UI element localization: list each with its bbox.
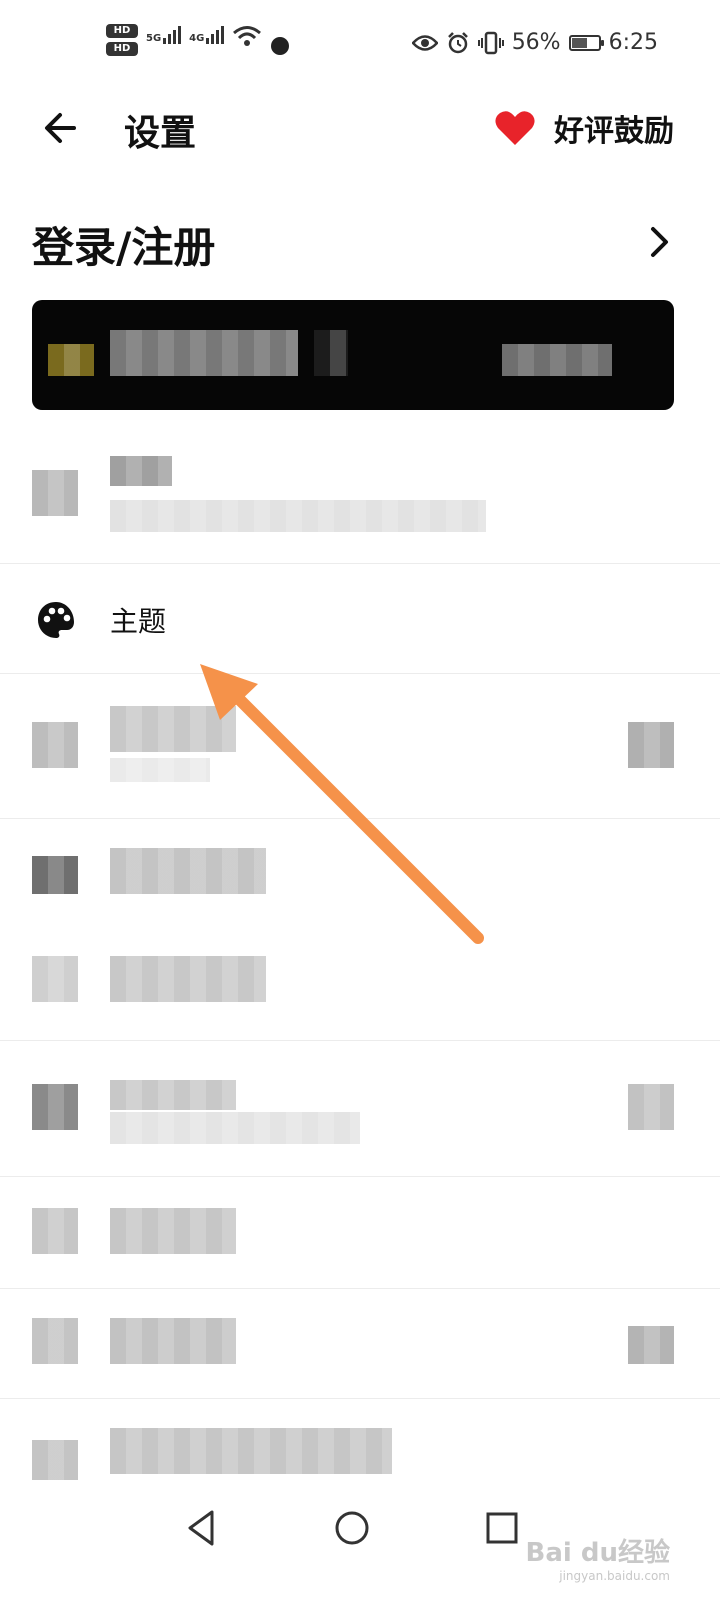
theme-row[interactable]: 主题 — [0, 566, 720, 672]
row-title-redacted — [110, 1208, 236, 1254]
heart-icon — [495, 111, 535, 145]
nav-home-circle-icon[interactable] — [328, 1504, 376, 1552]
divider — [0, 1040, 720, 1041]
network-4g-label: 4G — [189, 33, 205, 44]
rate-label: 好评鼓励 — [554, 114, 674, 149]
sim1-hd-badge: HD — [106, 24, 138, 38]
row-toggle-redacted[interactable] — [628, 1084, 674, 1130]
login-register-label: 登录/注册 — [32, 223, 216, 272]
palette-icon — [38, 602, 74, 638]
divider — [0, 1398, 720, 1399]
banner-thumb — [48, 344, 94, 376]
eye-icon — [411, 34, 438, 51]
signal-bars-icon — [163, 24, 182, 44]
row-icon — [32, 956, 78, 1002]
row-subtitle-redacted — [110, 1112, 360, 1144]
sim2-hd-badge: HD — [106, 42, 138, 56]
row-subtitle-redacted — [110, 758, 210, 782]
vibrate-icon — [477, 31, 504, 54]
promo-banner[interactable] — [32, 300, 674, 410]
row-title-redacted — [110, 706, 236, 752]
status-bar: HD HD 5G 4G 56% 6:25 — [0, 0, 720, 90]
rate-encourage-button[interactable]: 好评鼓励 — [494, 106, 674, 150]
row-toggle-redacted[interactable] — [628, 722, 674, 768]
wifi-icon — [233, 26, 262, 46]
network-5g-label: 5G — [146, 33, 162, 44]
row-icon — [32, 1318, 78, 1364]
row-icon — [32, 1208, 78, 1254]
divider — [0, 1176, 720, 1177]
divider — [0, 818, 720, 819]
login-register-row[interactable]: 登录/注册 — [0, 206, 720, 278]
battery-icon — [568, 34, 604, 51]
system-nav-bar: Bai du经验 jingyan.baidu.com — [0, 1480, 720, 1600]
row-icon — [32, 1084, 78, 1130]
clock: 6:25 — [608, 30, 658, 55]
chevron-right-icon — [651, 227, 668, 257]
signal-bars-icon — [206, 24, 225, 44]
page-title: 设置 — [124, 113, 197, 154]
watermark-brand: Bai du经验 — [525, 1538, 670, 1568]
row-title-redacted — [110, 956, 266, 1002]
nav-recents-square-icon[interactable] — [478, 1504, 526, 1552]
battery-fill — [571, 37, 587, 48]
battery-percent: 56% — [511, 30, 561, 55]
row-subtitle-redacted — [110, 500, 486, 532]
divider — [0, 1288, 720, 1289]
row-icon — [32, 470, 78, 516]
divider — [0, 673, 720, 674]
banner-text-left — [110, 330, 298, 376]
theme-label: 主题 — [110, 605, 167, 638]
status-right: 56% 6:25 — [411, 30, 658, 55]
banner-text-right — [502, 344, 612, 376]
row-title-redacted — [110, 456, 172, 486]
nav-back-triangle-icon[interactable] — [178, 1504, 226, 1552]
row-toggle-redacted[interactable] — [628, 1326, 674, 1364]
banner-text-mid — [314, 330, 348, 376]
row-title-redacted — [110, 1428, 392, 1474]
row-title-redacted — [110, 848, 266, 894]
status-left: HD HD 5G 4G — [106, 24, 290, 56]
watermark-site: jingyan.baidu.com — [559, 1569, 670, 1583]
network-5g: 5G — [146, 24, 182, 44]
back-arrow-icon[interactable] — [40, 108, 80, 148]
alarm-icon — [447, 31, 468, 53]
baidu-watermark: Bai du经验 jingyan.baidu.com — [526, 1540, 670, 1582]
row-title-redacted — [110, 1318, 236, 1364]
app-header: 设置 好评鼓励 — [0, 90, 720, 166]
row-icon — [32, 856, 78, 894]
row-icon — [32, 722, 78, 768]
hotspot-icon — [271, 37, 290, 55]
network-4g: 4G — [189, 24, 225, 44]
divider — [0, 563, 720, 564]
row-title-redacted — [110, 1080, 236, 1110]
sim-indicators: HD HD — [106, 24, 138, 56]
